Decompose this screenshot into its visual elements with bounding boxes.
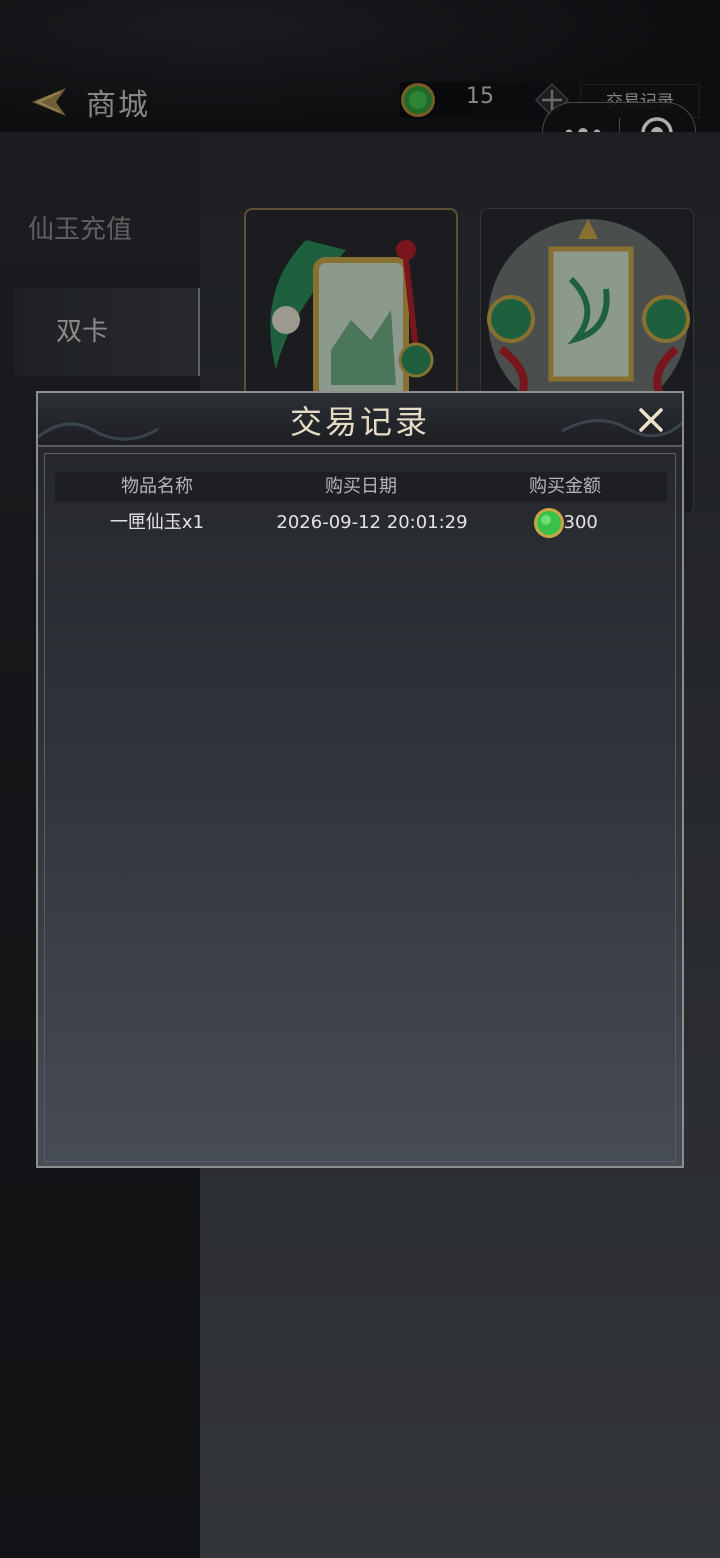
close-icon[interactable] <box>636 405 666 435</box>
row-purchase-date: 2026-09-12 20:01:29 <box>276 512 468 533</box>
modal-title: 交易记录 <box>289 403 430 441</box>
column-header-item-name: 物品名称 <box>121 476 193 497</box>
column-header-purchase-date: 购买日期 <box>325 476 397 497</box>
modal-header: 交易记录 <box>38 393 682 447</box>
row-purchase-amount: -300 <box>533 506 623 540</box>
row-item-name: 一匣仙玉x1 <box>109 512 205 533</box>
table-header: 物品名称 购买日期 购买金额 <box>55 472 667 502</box>
table-row: 一匣仙玉x1 2026-09-12 20:01:29 -300 <box>55 506 667 540</box>
jade-coin-icon <box>534 508 564 538</box>
records-table: 物品名称 购买日期 购买金额 一匣仙玉x1 2026-09-12 20:01:2… <box>44 453 676 1162</box>
column-header-purchase-amount: 购买金额 <box>529 476 601 497</box>
transaction-records-modal: 交易记录 物品名称 购买日期 购买金额 一匣仙玉x1 2026-09-12 20… <box>36 391 684 1168</box>
